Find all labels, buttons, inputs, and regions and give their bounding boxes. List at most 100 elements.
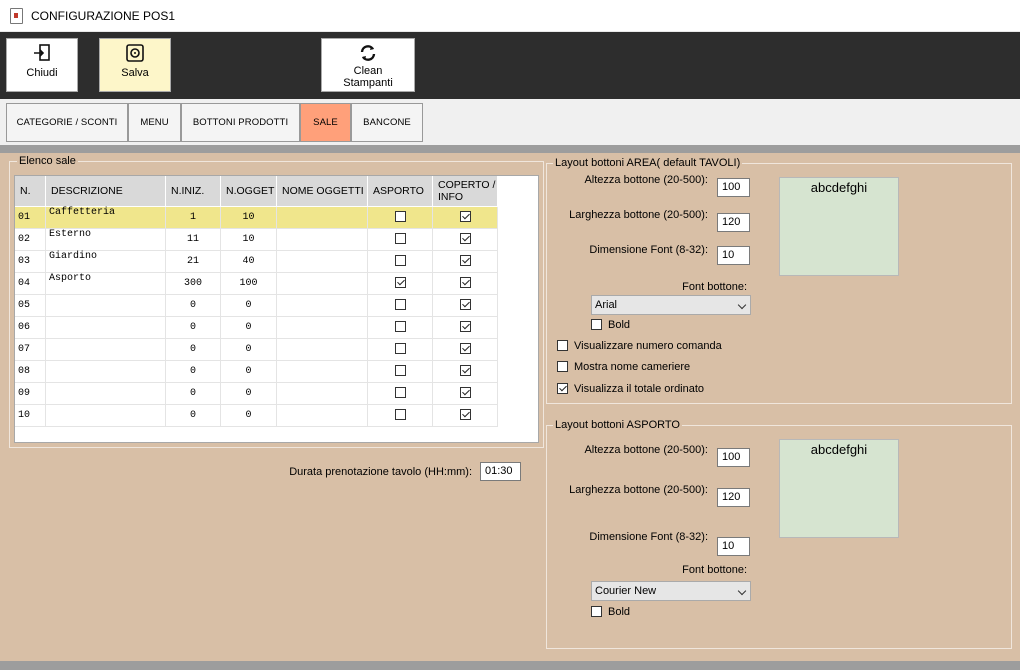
cell-nome-oggetti[interactable]	[276, 382, 368, 405]
asporto-font-size-input[interactable]: 10	[717, 537, 750, 556]
asporto-checkbox[interactable]	[394, 321, 406, 333]
cell-n[interactable]: 09	[15, 382, 46, 405]
cell-n[interactable]: 10	[15, 404, 46, 427]
cell-n-ogget[interactable]: 0	[220, 382, 277, 405]
table-row[interactable]: 02 Esterno 11 10	[15, 228, 498, 251]
cell-nome-oggetti[interactable]	[276, 404, 368, 427]
area-font-select[interactable]: Arial	[591, 295, 751, 315]
area-larghezza-input[interactable]: 120	[717, 213, 750, 232]
coperto-checkbox[interactable]	[459, 387, 471, 399]
opt-totale-row[interactable]: Visualizza il totale ordinato	[557, 382, 704, 395]
salva-button[interactable]: Salva	[99, 38, 171, 92]
cell-asporto[interactable]	[367, 404, 433, 427]
cell-asporto[interactable]	[367, 250, 433, 273]
cell-n-iniz[interactable]: 0	[165, 404, 221, 427]
asporto-checkbox[interactable]	[394, 343, 406, 355]
cell-n-iniz[interactable]: 0	[165, 316, 221, 339]
cell-asporto[interactable]	[367, 360, 433, 383]
asporto-bold-row[interactable]: Bold	[591, 605, 630, 618]
opt-camerieri-row[interactable]: Mostra nome cameriere	[557, 360, 690, 373]
coperto-checkbox[interactable]	[459, 409, 471, 421]
asporto-checkbox[interactable]	[394, 277, 406, 289]
cell-n-ogget[interactable]: 0	[220, 316, 277, 339]
area-bold-checkbox[interactable]	[591, 318, 602, 330]
cell-asporto[interactable]	[367, 294, 433, 317]
cell-coperto[interactable]	[432, 338, 498, 361]
cell-n-iniz[interactable]: 0	[165, 382, 221, 405]
cell-coperto[interactable]	[432, 360, 498, 383]
cell-n[interactable]: 02	[15, 228, 46, 251]
cell-asporto[interactable]	[367, 382, 433, 405]
coperto-checkbox[interactable]	[459, 277, 471, 289]
coperto-checkbox[interactable]	[459, 321, 471, 333]
cell-descrizione[interactable]	[45, 316, 166, 339]
cell-descrizione[interactable]	[45, 382, 166, 405]
cell-n-ogget[interactable]: 0	[220, 338, 277, 361]
cell-nome-oggetti[interactable]	[276, 228, 368, 251]
cell-n-iniz[interactable]: 1	[165, 206, 221, 229]
col-header-niniz[interactable]: N.INIZ.	[165, 176, 221, 207]
asporto-checkbox[interactable]	[394, 387, 406, 399]
cell-n-ogget[interactable]: 10	[220, 206, 277, 229]
col-header-descrizione[interactable]: DESCRIZIONE	[45, 176, 166, 207]
cell-n-iniz[interactable]: 0	[165, 294, 221, 317]
cell-n-iniz[interactable]: 0	[165, 338, 221, 361]
tab-bottoni-prodotti[interactable]: BOTTONI PRODOTTI	[181, 103, 300, 142]
cell-descrizione[interactable]: Asporto	[45, 272, 166, 295]
cell-n-ogget[interactable]: 0	[220, 360, 277, 383]
asporto-checkbox[interactable]	[394, 255, 406, 267]
cell-nome-oggetti[interactable]	[276, 206, 368, 229]
col-header-coperto-info[interactable]: COPERTO / INFO	[432, 176, 498, 207]
coperto-checkbox[interactable]	[459, 365, 471, 377]
opt-numero-checkbox[interactable]	[557, 339, 568, 351]
col-header-n[interactable]: N.	[15, 176, 46, 207]
cell-n[interactable]: 01	[15, 206, 46, 229]
opt-camerieri-checkbox[interactable]	[557, 360, 568, 372]
col-header-nogget[interactable]: N.OGGET	[220, 176, 277, 207]
asporto-checkbox[interactable]	[394, 233, 406, 245]
cell-n-ogget[interactable]: 10	[220, 228, 277, 251]
cell-asporto[interactable]	[367, 228, 433, 251]
cell-n[interactable]: 06	[15, 316, 46, 339]
cell-n[interactable]: 04	[15, 272, 46, 295]
col-header-asporto[interactable]: ASPORTO	[367, 176, 433, 207]
coperto-checkbox[interactable]	[459, 233, 471, 245]
cell-nome-oggetti[interactable]	[276, 272, 368, 295]
cell-n-ogget[interactable]: 40	[220, 250, 277, 273]
asporto-checkbox[interactable]	[394, 211, 406, 223]
coperto-checkbox[interactable]	[459, 211, 471, 223]
area-bold-row[interactable]: Bold	[591, 318, 630, 331]
cell-coperto[interactable]	[432, 250, 498, 273]
coperto-checkbox[interactable]	[459, 255, 471, 267]
asporto-bold-checkbox[interactable]	[591, 605, 602, 617]
cell-descrizione[interactable]	[45, 360, 166, 383]
cell-n[interactable]: 03	[15, 250, 46, 273]
tab-sale[interactable]: SALE	[300, 103, 351, 142]
cell-coperto[interactable]	[432, 294, 498, 317]
cell-n[interactable]: 08	[15, 360, 46, 383]
cell-nome-oggetti[interactable]	[276, 294, 368, 317]
cell-asporto[interactable]	[367, 206, 433, 229]
tab-categorie-sconti[interactable]: CATEGORIE / SCONTI	[6, 103, 128, 142]
asporto-checkbox[interactable]	[394, 299, 406, 311]
cell-descrizione[interactable]	[45, 294, 166, 317]
tab-bancone[interactable]: BANCONE	[351, 103, 423, 142]
asporto-checkbox[interactable]	[394, 365, 406, 377]
cell-coperto[interactable]	[432, 206, 498, 229]
asporto-font-select[interactable]: Courier New	[591, 581, 751, 601]
table-row[interactable]: 05 0 0	[15, 294, 498, 317]
cell-descrizione[interactable]	[45, 404, 166, 427]
table-row[interactable]: 04 Asporto 300 100	[15, 272, 498, 295]
cell-n-iniz[interactable]: 0	[165, 360, 221, 383]
cell-n-ogget[interactable]: 0	[220, 404, 277, 427]
cell-n-iniz[interactable]: 21	[165, 250, 221, 273]
cell-coperto[interactable]	[432, 404, 498, 427]
cell-coperto[interactable]	[432, 382, 498, 405]
cell-descrizione[interactable]: Esterno	[45, 228, 166, 251]
clean-stampanti-button[interactable]: Clean Stampanti	[321, 38, 415, 92]
cell-n-iniz[interactable]: 11	[165, 228, 221, 251]
cell-descrizione[interactable]: Giardino	[45, 250, 166, 273]
cell-coperto[interactable]	[432, 272, 498, 295]
area-altezza-input[interactable]: 100	[717, 178, 750, 197]
table-row[interactable]: 10 0 0	[15, 404, 498, 427]
